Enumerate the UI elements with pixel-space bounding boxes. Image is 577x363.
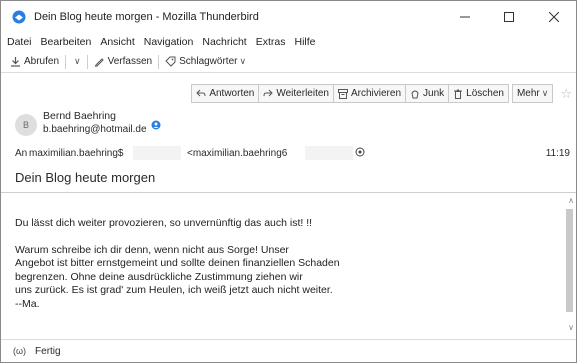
sender-name: Bernd Baehring xyxy=(43,110,116,122)
toolbar-separator xyxy=(158,54,160,69)
junk-icon xyxy=(411,90,419,98)
junk-label: Junk xyxy=(423,88,445,99)
recipient-row: An maximilian.baehring$ <maximilian.baeh… xyxy=(15,146,570,162)
more-label: Mehr xyxy=(516,88,540,99)
toolbar-separator xyxy=(86,54,88,69)
to-label: An xyxy=(15,148,28,159)
reply-icon xyxy=(196,89,206,97)
main-toolbar: Abrufen ∨ Verfassen Schlagwörter ∨ xyxy=(1,51,576,73)
status-text: Fertig xyxy=(35,345,61,357)
redaction-block xyxy=(133,146,181,160)
more-button[interactable]: Mehr ∨ xyxy=(511,84,554,103)
body-blank-line xyxy=(15,231,555,244)
message-time: 11:19 xyxy=(545,148,570,159)
junk-button[interactable]: Junk xyxy=(405,84,450,103)
fetch-mail-icon xyxy=(11,57,20,67)
minimize-icon xyxy=(460,16,470,18)
star-icon[interactable]: ☆ xyxy=(560,86,572,102)
scroll-down-icon[interactable]: ∨ xyxy=(568,323,574,332)
delete-button[interactable]: Löschen xyxy=(448,84,509,103)
scroll-up-icon[interactable]: ∧ xyxy=(568,196,574,205)
compose-label: Verfassen xyxy=(107,56,153,67)
redaction-block xyxy=(305,146,353,160)
menu-navigation[interactable]: Navigation xyxy=(144,36,194,48)
to-recipient-address[interactable]: <maximilian.baehring6 xyxy=(187,148,287,159)
body-line: uns zurück. Es ist grad' zum Heulen, ich… xyxy=(15,284,333,296)
toolbar-separator xyxy=(65,54,67,69)
forward-button[interactable]: Weiterleiten xyxy=(258,84,334,103)
pencil-icon xyxy=(94,58,104,67)
message-actions: Antworten Weiterleiten Archivieren Junk … xyxy=(191,84,572,103)
maximize-icon xyxy=(504,12,514,22)
reply-button[interactable]: Antworten xyxy=(191,84,260,103)
thunderbird-window: Dein Blog heute morgen - Mozilla Thunder… xyxy=(0,0,577,363)
archive-label: Archivieren xyxy=(350,88,402,99)
message-body-text: Du lässt dich weiter provozieren, so unv… xyxy=(15,217,555,311)
body-line: Warum schreibe ich dir denn, wenn nicht … xyxy=(15,243,289,256)
body-line: Du lässt dich weiter provozieren, so unv… xyxy=(15,217,313,229)
body-line: begrenzen. Ohne deine ausdrückliche Zust… xyxy=(15,270,303,283)
menu-hilfe[interactable]: Hilfe xyxy=(295,36,316,48)
archive-button[interactable]: Archivieren xyxy=(332,84,407,103)
avatar: B xyxy=(15,114,37,136)
menu-bar: Datei Bearbeiten Ansicht Navigation Nach… xyxy=(1,33,576,51)
maximize-button[interactable] xyxy=(487,1,531,33)
reply-label: Antworten xyxy=(209,88,255,99)
trash-icon xyxy=(454,89,463,99)
compose-button[interactable]: Verfassen xyxy=(94,56,152,67)
thunderbird-logo-icon xyxy=(12,10,26,24)
to-recipient[interactable]: maximilian.baehring$ xyxy=(29,148,124,159)
tags-label: Schlagwörter xyxy=(179,56,238,67)
title-bar: Dein Blog heute morgen - Mozilla Thunder… xyxy=(1,1,576,33)
activity-icon: (ω) xyxy=(13,346,27,356)
close-button[interactable] xyxy=(532,1,576,33)
forward-label: Weiterleiten xyxy=(276,88,329,99)
fetch-dropdown-button[interactable]: ∨ xyxy=(72,56,81,67)
status-bar: (ω) Fertig xyxy=(1,339,576,362)
forward-icon xyxy=(263,89,274,97)
chevron-down-icon: ∨ xyxy=(239,56,247,66)
address-book-icon[interactable] xyxy=(355,147,365,157)
message-header: Antworten Weiterleiten Archivieren Junk … xyxy=(1,74,576,194)
message-subject: Dein Blog heute morgen xyxy=(15,170,156,185)
menu-bearbeiten[interactable]: Bearbeiten xyxy=(41,36,92,48)
delete-label: Löschen xyxy=(466,88,504,99)
window-title: Dein Blog heute morgen - Mozilla Thunder… xyxy=(34,11,259,23)
menu-ansicht[interactable]: Ansicht xyxy=(100,36,134,48)
body-line: Angebot ist bitter ernstgemeint und soll… xyxy=(15,257,340,269)
chevron-down-icon: ∨ xyxy=(541,88,549,98)
menu-nachricht[interactable]: Nachricht xyxy=(202,36,246,48)
menu-datei[interactable]: Datei xyxy=(7,36,32,48)
minimize-button[interactable] xyxy=(443,1,487,33)
tags-button[interactable]: Schlagwörter ∨ xyxy=(165,56,246,67)
body-line: --Ma. xyxy=(15,297,40,310)
message-body: Du lässt dich weiter provozieren, so unv… xyxy=(1,193,576,337)
contact-icon[interactable] xyxy=(151,120,161,130)
sender-email[interactable]: b.baehring@hotmail.de xyxy=(43,124,147,135)
tag-icon xyxy=(165,56,176,67)
archive-icon xyxy=(337,88,348,99)
scroll-thumb[interactable] xyxy=(566,209,573,312)
chevron-down-icon: ∨ xyxy=(74,56,81,66)
fetch-label: Abrufen xyxy=(24,56,60,67)
close-icon xyxy=(549,12,559,22)
menu-extras[interactable]: Extras xyxy=(256,36,286,48)
fetch-button[interactable]: Abrufen xyxy=(10,56,59,67)
body-scrollbar[interactable]: ∧ ∨ xyxy=(563,193,576,337)
